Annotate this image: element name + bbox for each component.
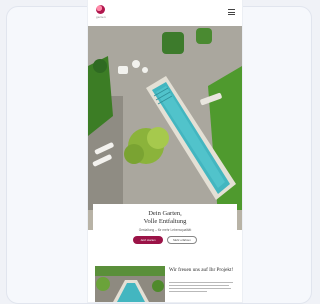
logo-icon[interactable] (96, 5, 105, 14)
hamburger-menu-icon[interactable] (228, 9, 235, 15)
mobile-page-preview: garten Dein Garten, Volle Entfaltung Ges… (88, 0, 242, 302)
site-header: garten (88, 0, 242, 26)
section-image (95, 266, 165, 302)
section-title: Wir freuen uns auf Ihr Projekt! (169, 267, 234, 273)
hero-image (88, 26, 242, 230)
hero-title: Dein Garten, Volle Entfaltung (143, 210, 187, 225)
section-text-lines (169, 282, 233, 294)
intro-section: Wir freuen uns auf Ihr Projekt! (88, 258, 242, 302)
hero-subtitle: Gestaltung – für mehr Lebensqualität (138, 228, 192, 232)
primary-cta-button[interactable]: Jetzt starten (133, 236, 163, 244)
secondary-cta-button[interactable]: Mehr erfahren (167, 236, 197, 244)
hero-content-box: Dein Garten, Volle Entfaltung Gestaltung… (93, 204, 237, 252)
logo-text: garten (96, 15, 106, 19)
